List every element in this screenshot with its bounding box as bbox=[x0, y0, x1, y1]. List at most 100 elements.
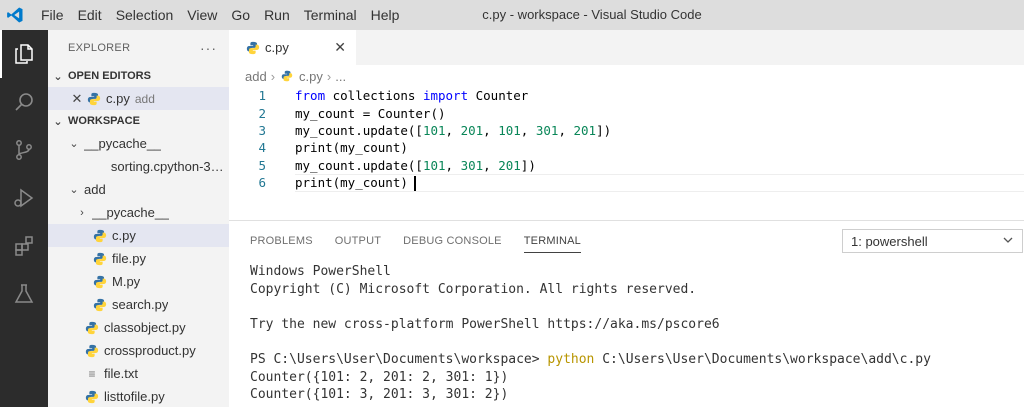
breadcrumb: add › c.py › ... bbox=[229, 65, 1024, 87]
file-item[interactable]: file.py bbox=[48, 247, 229, 270]
code-line[interactable]: 2 my_count = Counter() bbox=[229, 104, 1024, 121]
file-tree: ⌄ __pycache__ sorting.cpython-38.... ⌄ add › _… bbox=[48, 132, 229, 407]
chevron-down-icon: ⌄ bbox=[53, 115, 63, 128]
chevron-right-icon: › bbox=[80, 206, 84, 219]
python-file-icon bbox=[84, 320, 100, 336]
breadcrumb-folder[interactable]: add bbox=[245, 69, 267, 84]
menu-item-terminal[interactable]: Terminal bbox=[297, 0, 364, 30]
line-number: 1 bbox=[258, 88, 266, 104]
menu-item-file[interactable]: File bbox=[34, 0, 71, 30]
line-number: 2 bbox=[258, 105, 266, 121]
terminal-line: Counter({101: 3, 201: 3, 301: 2}) bbox=[250, 387, 509, 403]
code-token: my_count = Counter() bbox=[295, 105, 446, 121]
code-text: my_count.update([101, 201, 101, 301, 201… bbox=[266, 123, 611, 138]
tab-terminal[interactable]: TERMINAL bbox=[523, 221, 582, 261]
folder-item[interactable]: ⌄ __pycache__ bbox=[48, 132, 229, 155]
menu-item-run[interactable]: Run bbox=[257, 0, 297, 30]
file-item[interactable]: listtofile.py bbox=[48, 385, 229, 407]
menu-item-edit[interactable]: Edit bbox=[71, 0, 109, 30]
terminal-line: Counter({101: 2, 201: 2, 301: 1}) bbox=[250, 369, 509, 385]
chevron-right-icon: › bbox=[326, 68, 332, 84]
code-token: Counter bbox=[468, 88, 529, 104]
close-icon[interactable]: ✕ bbox=[68, 91, 86, 107]
code-token: 201 bbox=[498, 157, 521, 173]
text-cursor bbox=[413, 175, 416, 191]
close-icon[interactable]: ✕ bbox=[334, 39, 346, 56]
run-debug-icon[interactable] bbox=[0, 174, 48, 222]
file-item[interactable]: search.py bbox=[48, 293, 229, 316]
explorer-title: EXPLORER bbox=[68, 41, 131, 54]
terminal-select[interactable]: 1: powershell bbox=[842, 229, 1023, 253]
file-item[interactable]: ≡ file.txt bbox=[48, 362, 229, 385]
code-token: , bbox=[558, 122, 574, 138]
menu-item-view[interactable]: View bbox=[180, 0, 224, 30]
tab-debug-console[interactable]: DEBUG CONSOLE bbox=[403, 221, 502, 261]
tree-item-label: classobject.py bbox=[104, 320, 186, 335]
breadcrumb-symbol[interactable]: ... bbox=[335, 69, 346, 84]
text-file-icon: ≡ bbox=[88, 366, 96, 381]
code-text: print(my_count) bbox=[266, 140, 408, 155]
extensions-icon[interactable] bbox=[0, 222, 48, 270]
code-token: collections bbox=[325, 88, 423, 104]
vscode-logo-icon bbox=[0, 0, 30, 30]
file-item[interactable]: M.py bbox=[48, 270, 229, 293]
tree-item-label: __pycache__ bbox=[92, 205, 170, 220]
code-token: 201 bbox=[573, 122, 597, 138]
breadcrumb-file[interactable]: c.py bbox=[299, 69, 323, 84]
open-editors-section[interactable]: ⌄ OPEN EDITORS bbox=[48, 65, 229, 87]
python-file-icon bbox=[245, 40, 261, 56]
folder-item[interactable]: › __pycache__ bbox=[48, 201, 229, 224]
bottom-panel: PROBLEMS OUTPUT DEBUG CONSOLE TERMINAL 1: p… bbox=[229, 220, 1024, 407]
code-token: my_count.update([ bbox=[295, 122, 423, 138]
code-token: ]) bbox=[596, 122, 612, 138]
search-icon[interactable] bbox=[0, 78, 48, 126]
chevron-down-icon: ⌄ bbox=[69, 138, 79, 150]
line-number: 5 bbox=[258, 157, 266, 173]
terminal-output[interactable]: Windows PowerShell Copyright (C) Microsof… bbox=[229, 261, 1024, 405]
file-item[interactable]: crossproduct.py bbox=[48, 339, 229, 362]
tab-output[interactable]: OUTPUT bbox=[335, 221, 381, 261]
terminal-line: Windows PowerShell bbox=[250, 264, 391, 279]
testing-icon[interactable] bbox=[0, 270, 48, 318]
tree-item-label: file.py bbox=[112, 251, 146, 266]
code-line[interactable]: 6 print(my_count) bbox=[229, 174, 1024, 191]
file-item[interactable]: c.py bbox=[48, 224, 229, 247]
tree-item-label: file.txt bbox=[104, 366, 138, 381]
menu-item-help[interactable]: Help bbox=[364, 0, 407, 30]
menu-item-selection[interactable]: Selection bbox=[109, 0, 181, 30]
line-number: 4 bbox=[258, 140, 266, 156]
file-item[interactable]: classobject.py bbox=[48, 316, 229, 339]
menu-item-go[interactable]: Go bbox=[224, 0, 257, 30]
python-file-icon bbox=[92, 251, 108, 267]
tab-label: c.py bbox=[265, 40, 289, 55]
explorer-icon[interactable] bbox=[0, 30, 48, 78]
editor-area: c.py ✕ add › c.py › ... 1 from collection… bbox=[229, 30, 1024, 220]
workspace-label: WORKSPACE bbox=[68, 115, 140, 127]
workspace-section[interactable]: ⌄ WORKSPACE bbox=[48, 110, 229, 132]
chevron-right-icon: › bbox=[270, 68, 276, 84]
code-token: 301 bbox=[460, 157, 484, 173]
code-line[interactable]: 3 my_count.update([101, 201, 101, 301, 20… bbox=[229, 122, 1024, 139]
editor-tabs: c.py ✕ bbox=[229, 30, 1024, 65]
code-line[interactable]: 5 my_count.update([101, 301, 201]) bbox=[229, 157, 1024, 174]
terminal-line: Try the new cross-platform PowerShell ht… bbox=[250, 316, 720, 332]
tree-item-label: sorting.cpython-38.... bbox=[110, 159, 229, 174]
open-editor-item[interactable]: ✕ c.py add bbox=[48, 87, 229, 110]
code-line[interactable]: 1 from collections import Counter bbox=[229, 87, 1024, 104]
code-editor[interactable]: 1 from collections import Counter 2 my_coun… bbox=[229, 87, 1024, 192]
code-token: 101 bbox=[422, 157, 446, 173]
python-file-icon bbox=[92, 297, 108, 313]
folder-item[interactable]: ⌄ add bbox=[48, 178, 229, 201]
tab-problems[interactable]: PROBLEMS bbox=[250, 221, 313, 261]
python-file-icon bbox=[279, 68, 295, 84]
code-line[interactable]: 4 print(my_count) bbox=[229, 139, 1024, 156]
source-control-icon[interactable] bbox=[0, 126, 48, 174]
tree-item-label: listtofile.py bbox=[104, 389, 165, 404]
file-item[interactable]: sorting.cpython-38.... bbox=[48, 155, 229, 178]
tab-c-py[interactable]: c.py ✕ bbox=[229, 30, 356, 65]
more-actions-icon[interactable]: ··· bbox=[200, 40, 217, 56]
tree-item-label: c.py bbox=[112, 228, 136, 243]
code-token: import bbox=[422, 88, 469, 104]
terminal-line: PS C:\Users\User\Documents\workspace> py… bbox=[250, 352, 1024, 370]
